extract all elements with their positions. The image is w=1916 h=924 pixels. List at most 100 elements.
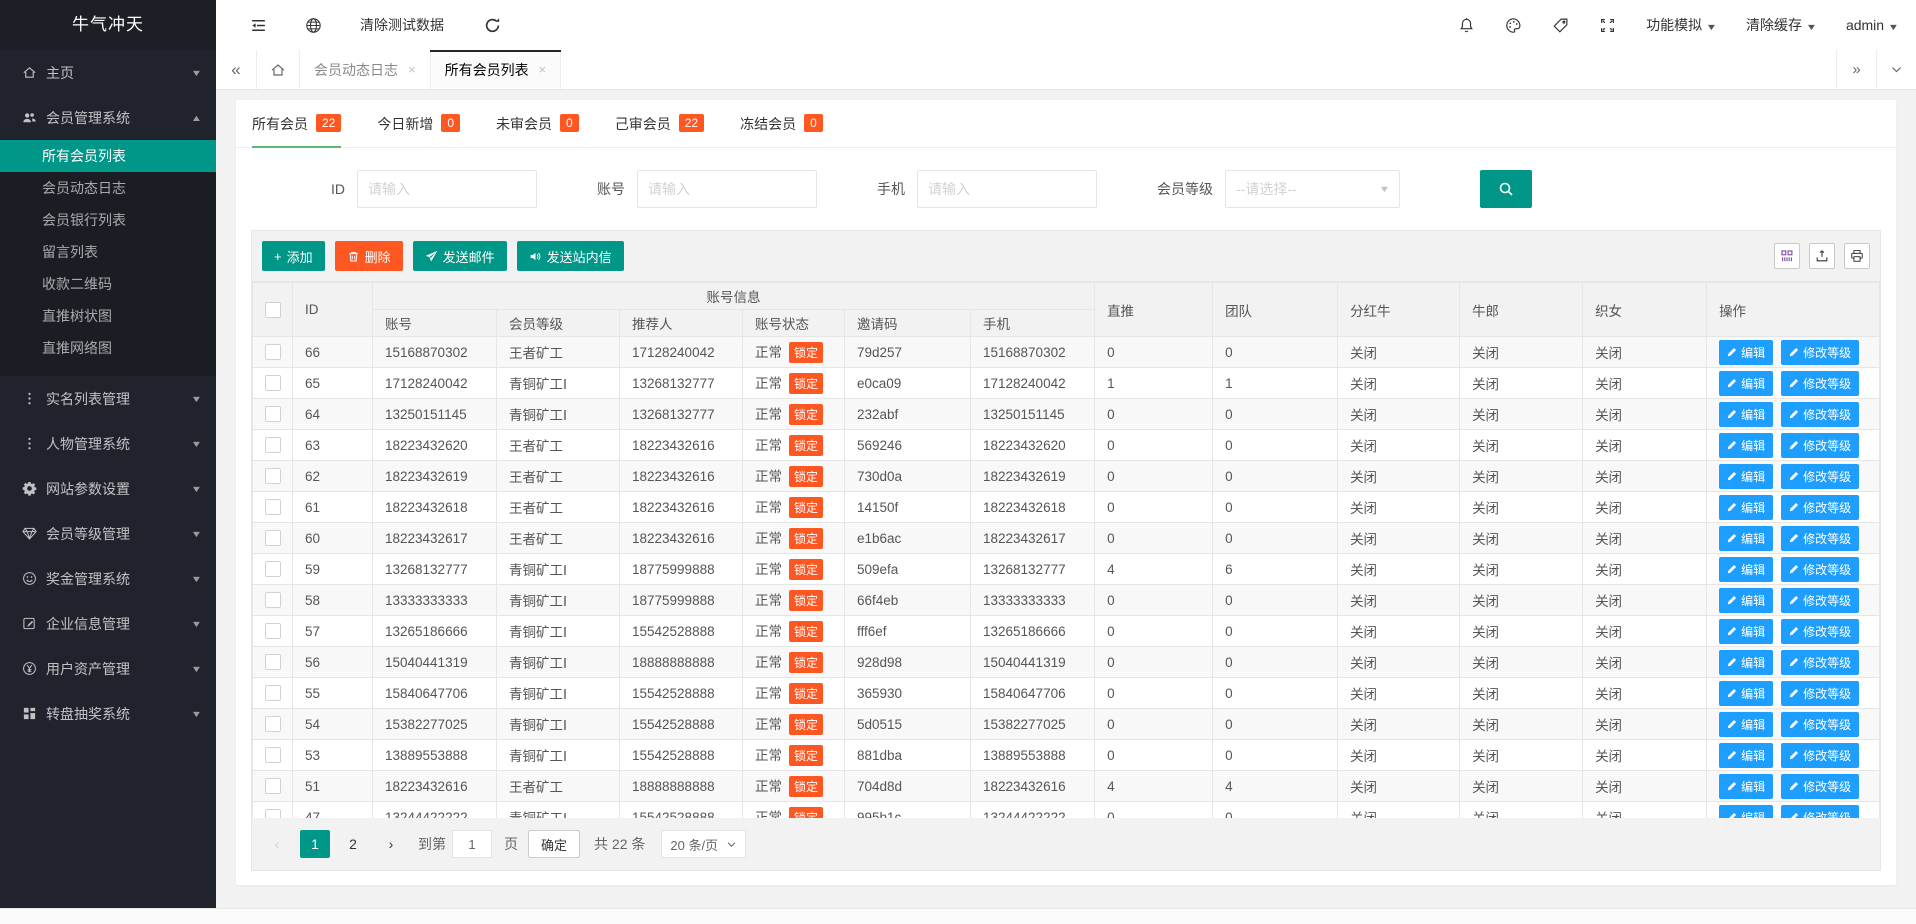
lock-button[interactable]: 锁定 (789, 745, 823, 766)
lock-button[interactable]: 锁定 (789, 466, 823, 487)
lock-button[interactable]: 锁定 (789, 621, 823, 642)
sidebar-subitem[interactable]: 收款二维码 (0, 268, 216, 300)
send-inbox-message-button[interactable]: 发送站内信 (517, 241, 624, 271)
sidebar-item-6[interactable]: 奖金管理系统▼ (0, 556, 216, 601)
lock-button[interactable]: 锁定 (789, 435, 823, 456)
print-button[interactable] (1844, 243, 1870, 269)
lock-button[interactable]: 锁定 (789, 497, 823, 518)
row-checkbox[interactable] (265, 406, 281, 422)
sidebar-subitem[interactable]: 会员银行列表 (0, 204, 216, 236)
lock-button[interactable]: 锁定 (789, 404, 823, 425)
topbar-menu-1[interactable]: 清除缓存▼ (1746, 17, 1816, 33)
row-checkbox[interactable] (265, 685, 281, 701)
clear-test-data-button[interactable]: 清除测试数据 (360, 15, 444, 35)
sidebar-subitem[interactable]: 直推网络图 (0, 332, 216, 364)
filter-tab[interactable]: 冻结会员0 (740, 100, 823, 147)
horizontal-scrollbar[interactable] (0, 908, 1916, 924)
page-number-1[interactable]: 1 (300, 830, 330, 858)
edit-button[interactable]: 编辑 (1719, 588, 1773, 613)
search-input-1[interactable] (637, 170, 817, 208)
tag-icon[interactable] (1552, 17, 1569, 34)
edit-button[interactable]: 编辑 (1719, 743, 1773, 768)
row-checkbox[interactable] (265, 561, 281, 577)
edit-level-button[interactable]: 修改等级 (1781, 371, 1859, 396)
lock-button[interactable]: 锁定 (789, 807, 823, 818)
edit-level-button[interactable]: 修改等级 (1781, 712, 1859, 737)
goto-page-input[interactable] (452, 830, 492, 858)
refresh-icon[interactable] (484, 17, 501, 34)
close-icon[interactable]: × (408, 62, 416, 77)
edit-level-button[interactable]: 修改等级 (1781, 743, 1859, 768)
sidebar-item-5[interactable]: 会员等级管理▼ (0, 511, 216, 556)
sidebar-item-2[interactable]: 实名列表管理▼ (0, 376, 216, 421)
row-checkbox[interactable] (265, 375, 281, 391)
row-checkbox[interactable] (265, 747, 281, 763)
filter-tab[interactable]: 所有会员22 (252, 100, 341, 147)
sidebar-subitem[interactable]: 直推树状图 (0, 300, 216, 332)
columns-filter-button[interactable] (1774, 243, 1800, 269)
row-checkbox[interactable] (265, 468, 281, 484)
sidebar-item-0[interactable]: 主页▼ (0, 50, 216, 95)
home-tab[interactable] (256, 50, 300, 89)
export-button[interactable] (1809, 243, 1835, 269)
lock-button[interactable]: 锁定 (789, 652, 823, 673)
topbar-menu-0[interactable]: 功能模拟▼ (1646, 17, 1716, 33)
topbar-menu-2[interactable]: admin▼ (1846, 17, 1898, 33)
search-input-2[interactable] (917, 170, 1097, 208)
edit-level-button[interactable]: 修改等级 (1781, 526, 1859, 551)
edit-level-button[interactable]: 修改等级 (1781, 433, 1859, 458)
lock-button[interactable]: 锁定 (789, 559, 823, 580)
send-email-button[interactable]: 发送邮件 (413, 241, 507, 271)
row-checkbox[interactable] (265, 809, 281, 818)
bell-icon[interactable] (1458, 17, 1475, 34)
edit-button[interactable]: 编辑 (1719, 712, 1773, 737)
lock-button[interactable]: 锁定 (789, 528, 823, 549)
filter-tab[interactable]: 己审会员22 (615, 100, 704, 147)
filter-tab[interactable]: 今日新增0 (377, 100, 460, 147)
theme-palette-icon[interactable] (1505, 17, 1522, 34)
row-checkbox[interactable] (265, 716, 281, 732)
tabs-menu-button[interactable] (1876, 50, 1916, 89)
edit-button[interactable]: 编辑 (1719, 371, 1773, 396)
next-page-button[interactable]: › (376, 830, 406, 858)
search-input-0[interactable] (357, 170, 537, 208)
edit-button[interactable]: 编辑 (1719, 464, 1773, 489)
lock-button[interactable]: 锁定 (789, 714, 823, 735)
page-size-select[interactable]: 20 条/页 (661, 830, 746, 858)
sidebar-toggle-icon[interactable] (250, 17, 267, 34)
edit-level-button[interactable]: 修改等级 (1781, 619, 1859, 644)
row-checkbox[interactable] (265, 778, 281, 794)
edit-level-button[interactable]: 修改等级 (1781, 588, 1859, 613)
prev-page-button[interactable]: ‹ (262, 830, 292, 858)
row-checkbox[interactable] (265, 592, 281, 608)
sidebar-item-9[interactable]: 转盘抽奖系统▼ (0, 691, 216, 736)
row-checkbox[interactable] (265, 437, 281, 453)
table-viewport[interactable]: ID 账号信息 直推 团队 分红牛 牛郎 织女 操作 (252, 281, 1880, 818)
edit-level-button[interactable]: 修改等级 (1781, 340, 1859, 365)
close-icon[interactable]: × (539, 62, 547, 77)
tabs-forward-button[interactable]: » (1836, 50, 1876, 89)
search-button[interactable] (1480, 170, 1532, 208)
lock-button[interactable]: 锁定 (789, 683, 823, 704)
page-tab[interactable]: 会员动态日志× (300, 50, 431, 89)
edit-button[interactable]: 编辑 (1719, 557, 1773, 582)
sidebar-item-8[interactable]: 用户资产管理▼ (0, 646, 216, 691)
delete-button[interactable]: 删除 (335, 241, 403, 271)
edit-level-button[interactable]: 修改等级 (1781, 681, 1859, 706)
lock-button[interactable]: 锁定 (789, 776, 823, 797)
tabs-collapse-button[interactable]: « (216, 50, 256, 89)
filter-tab[interactable]: 未审会员0 (496, 100, 579, 147)
sidebar-subitem[interactable]: 会员动态日志 (0, 172, 216, 204)
page-number-2[interactable]: 2 (338, 830, 368, 858)
lock-button[interactable]: 锁定 (789, 373, 823, 394)
row-checkbox[interactable] (265, 344, 281, 360)
fullscreen-icon[interactable] (1599, 17, 1616, 34)
row-checkbox[interactable] (265, 499, 281, 515)
edit-button[interactable]: 编辑 (1719, 495, 1773, 520)
edit-button[interactable]: 编辑 (1719, 402, 1773, 427)
edit-button[interactable]: 编辑 (1719, 340, 1773, 365)
edit-level-button[interactable]: 修改等级 (1781, 495, 1859, 520)
sidebar-subitem[interactable]: 留言列表 (0, 236, 216, 268)
add-button[interactable]: + 添加 (262, 241, 325, 271)
row-checkbox[interactable] (265, 623, 281, 639)
